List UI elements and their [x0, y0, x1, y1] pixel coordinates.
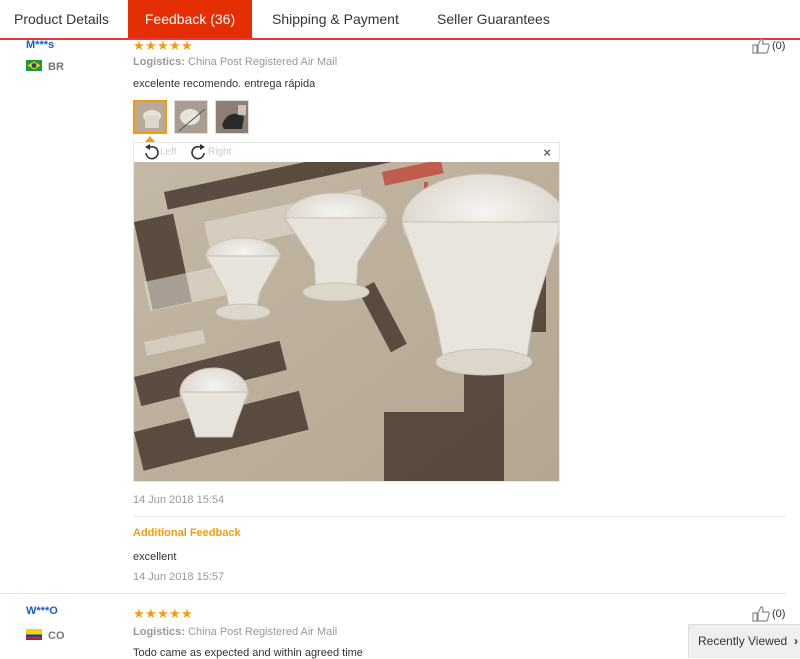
- star-icon: ★: [133, 38, 145, 53]
- additional-feedback-label: Additional Feedback: [133, 527, 241, 539]
- photo-thumbnail-image: [216, 101, 248, 133]
- feedback-date: 14 Jun 2018 15:54: [133, 494, 225, 506]
- helpful-count: (0): [772, 39, 786, 52]
- star-rating: ★★★★★: [133, 37, 193, 53]
- logistics-info: Logistics: China Post Registered Air Mai…: [133, 56, 337, 68]
- divider: [133, 516, 786, 517]
- additional-feedback-date: 14 Jun 2018 15:57: [133, 571, 225, 583]
- rotate-left-label: Left: [160, 146, 177, 158]
- photo-thumbnail[interactable]: [215, 100, 249, 134]
- feedback-divider: [0, 593, 786, 594]
- feedback-user-name[interactable]: W***O: [26, 605, 58, 617]
- star-icon: ★: [133, 606, 145, 621]
- rotate-right-icon: [191, 144, 205, 160]
- helpful-count: (0): [772, 607, 786, 620]
- photo-thumbnail-image: [135, 102, 165, 132]
- additional-feedback-text: excellent: [133, 551, 177, 563]
- logistics-label: Logistics:: [133, 56, 185, 68]
- star-rating: ★★★★★: [133, 605, 193, 621]
- feedback-text: Todo came as expected and within agreed …: [133, 647, 363, 659]
- star-icon: ★: [169, 38, 181, 53]
- star-icon: ★: [181, 38, 193, 53]
- helpful-button[interactable]: (0): [752, 38, 785, 54]
- thumbs-up-icon: [752, 38, 770, 54]
- chevron-right-icon: ›: [794, 634, 798, 648]
- star-icon: ★: [181, 606, 193, 621]
- photo-thumbnail-image: [175, 101, 207, 133]
- feedback-photo: [134, 162, 559, 481]
- tab-shipping-payment[interactable]: Shipping & Payment: [258, 0, 413, 38]
- feedback-text: excelente recomendo. entrega rápida: [133, 78, 316, 90]
- recently-viewed-label: Recently Viewed: [698, 634, 788, 648]
- tab-product-details[interactable]: Product Details: [0, 0, 123, 38]
- rotate-right-label: Right: [208, 146, 232, 158]
- viewer-toolbar: Left Right ×: [134, 143, 559, 162]
- star-icon: ★: [157, 606, 169, 621]
- country-code: BR: [48, 61, 64, 73]
- brazil-flag-icon: [26, 60, 42, 71]
- tab-feedback[interactable]: Feedback (36): [128, 0, 252, 38]
- colombia-flag-icon: [26, 629, 42, 640]
- feedback-user-name[interactable]: M***s: [26, 39, 54, 51]
- logistics-label: Logistics:: [133, 626, 185, 638]
- thumbs-up-icon: [752, 606, 770, 622]
- helpful-button[interactable]: (0): [752, 606, 785, 622]
- rotate-left-icon: [145, 144, 159, 160]
- logistics-value: China Post Registered Air Mail: [188, 56, 338, 68]
- star-icon: ★: [157, 38, 169, 53]
- star-icon: ★: [169, 606, 181, 621]
- star-icon: ★: [145, 606, 157, 621]
- country-code: CO: [48, 630, 65, 642]
- rotate-left-button[interactable]: Left: [142, 144, 177, 160]
- logistics-info: Logistics: China Post Registered Air Mai…: [133, 626, 337, 638]
- recently-viewed-button[interactable]: Recently Viewed ›: [688, 624, 800, 658]
- photo-thumbnail[interactable]: [133, 100, 167, 134]
- close-icon[interactable]: ×: [543, 145, 551, 160]
- logistics-value: China Post Registered Air Mail: [188, 626, 338, 638]
- rotate-right-button[interactable]: Right: [190, 144, 231, 160]
- photo-thumbnail[interactable]: [174, 100, 208, 134]
- tab-seller-guarantees[interactable]: Seller Guarantees: [423, 0, 564, 38]
- star-icon: ★: [145, 38, 157, 53]
- photo-viewer: Left Right ×: [133, 142, 560, 482]
- tab-bar: Product Details Feedback (36) Shipping &…: [0, 0, 800, 40]
